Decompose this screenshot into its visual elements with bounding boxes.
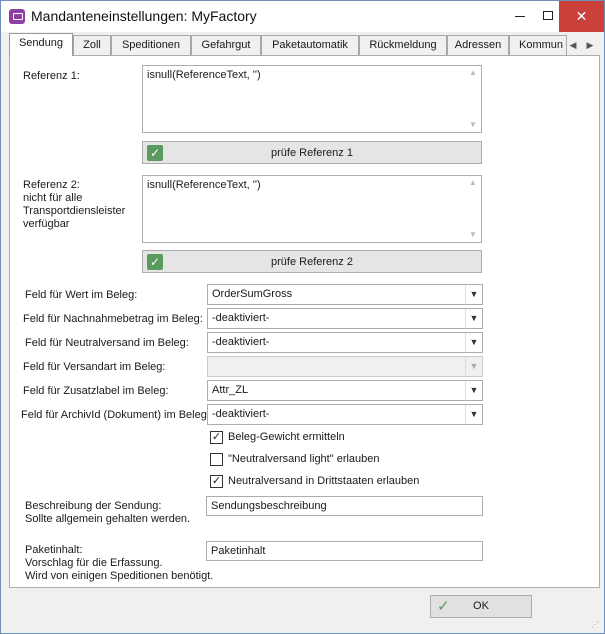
select-value: OrderSumGross bbox=[212, 288, 293, 300]
select-value: Attr_ZL bbox=[212, 384, 249, 396]
select-value: -deaktiviert- bbox=[212, 408, 270, 420]
field-label: Feld für Nachnahmebetrag im Beleg: bbox=[23, 313, 203, 325]
paketinhalt-label: Paketinhalt: Vorschlag für die Erfassung… bbox=[25, 544, 213, 583]
checkbox-box[interactable]: ✓ bbox=[210, 475, 223, 488]
paketinhalt-input[interactable]: Paketinhalt bbox=[206, 541, 483, 561]
app-icon bbox=[9, 9, 25, 24]
tab-kommunikation[interactable]: Kommun bbox=[509, 35, 567, 56]
checkbox-box[interactable] bbox=[210, 453, 223, 466]
referenz1-scrollbar[interactable]: ▲ ▼ bbox=[465, 66, 481, 132]
field-label: Feld für Versandart im Beleg: bbox=[23, 361, 166, 373]
chevron-down-icon: ▼ bbox=[465, 357, 482, 376]
checkbox-box[interactable]: ✓ bbox=[210, 431, 223, 444]
referenz1-textarea[interactable]: isnull(ReferenceText, '') ▲ ▼ bbox=[142, 65, 482, 133]
select-value: -deaktiviert- bbox=[212, 336, 270, 348]
nachnahme-select[interactable]: -deaktiviert- ▼ bbox=[207, 308, 483, 329]
maximize-icon bbox=[543, 11, 553, 20]
beschreibung-label-line1: Beschreibung der Sendung: bbox=[25, 500, 162, 512]
resize-grip-icon[interactable]: ⋰ bbox=[591, 620, 601, 630]
input-value: Sendungsbeschreibung bbox=[211, 500, 327, 512]
archivid-select[interactable]: -deaktiviert- ▼ bbox=[207, 404, 483, 425]
paketinhalt-label-line3: Wird von einigen Speditionen benötigt. bbox=[25, 570, 214, 582]
check-icon: ✓ bbox=[437, 598, 450, 615]
check-referenz2-label: prüfe Referenz 2 bbox=[271, 256, 353, 268]
field-label: Feld für Wert im Beleg: bbox=[25, 289, 138, 301]
check-referenz1-button[interactable]: prüfe Referenz 1 ✓ bbox=[142, 141, 482, 164]
referenz2-label-line1: Referenz 2: bbox=[23, 179, 80, 191]
tab-zoll[interactable]: Zoll bbox=[73, 35, 111, 56]
check-icon: ✓ bbox=[147, 254, 163, 270]
referenz2-label-line2: nicht für alle bbox=[23, 192, 83, 204]
paketinhalt-label-line2: Vorschlag für die Erfassung. bbox=[25, 557, 163, 569]
close-icon: ✕ bbox=[575, 8, 588, 24]
tab-bar: Sendung Zoll Speditionen Gefahrgut Paket… bbox=[9, 33, 600, 56]
scroll-down-icon[interactable]: ▼ bbox=[465, 228, 481, 242]
tab-scroll-right-icon[interactable]: ▶ bbox=[584, 37, 596, 53]
check-referenz1-label: prüfe Referenz 1 bbox=[271, 147, 353, 159]
ok-button[interactable]: OK ✓ bbox=[430, 595, 532, 618]
input-value: Paketinhalt bbox=[211, 545, 266, 557]
referenz2-scrollbar[interactable]: ▲ ▼ bbox=[465, 176, 481, 242]
checkbox-label: "Neutralversand light" erlauben bbox=[228, 453, 380, 465]
scroll-down-icon[interactable]: ▼ bbox=[465, 118, 481, 132]
tab-sendung[interactable]: Sendung bbox=[9, 33, 73, 56]
referenz1-label: Referenz 1: bbox=[23, 70, 80, 82]
referenz2-label: Referenz 2: nicht für alle Transportdien… bbox=[23, 179, 125, 231]
chevron-down-icon[interactable]: ▼ bbox=[465, 309, 482, 328]
chevron-down-icon[interactable]: ▼ bbox=[465, 285, 482, 304]
tab-scroll-left-icon[interactable]: ◀ bbox=[567, 37, 579, 53]
checkbox-label: Neutralversand in Drittstaaten erlauben bbox=[228, 475, 420, 487]
minimize-button[interactable] bbox=[504, 1, 534, 32]
zusatzlabel-select[interactable]: Attr_ZL ▼ bbox=[207, 380, 483, 401]
tab-rueckmeldung[interactable]: Rückmeldung bbox=[359, 35, 447, 56]
referenz2-label-line4: verfügbar bbox=[23, 218, 70, 230]
chevron-down-icon[interactable]: ▼ bbox=[465, 381, 482, 400]
tab-gefahrgut[interactable]: Gefahrgut bbox=[191, 35, 261, 56]
neutralversand-select[interactable]: -deaktiviert- ▼ bbox=[207, 332, 483, 353]
close-button[interactable]: ✕ bbox=[559, 1, 604, 32]
title-bar: Mandanteneinstellungen: MyFactory ✕ bbox=[1, 1, 604, 32]
scroll-up-icon[interactable]: ▲ bbox=[465, 66, 481, 80]
referenz2-label-line3: Transportdiensleister bbox=[23, 205, 126, 217]
referenz2-value: isnull(ReferenceText, '') bbox=[147, 179, 261, 191]
versandart-select: ▼ bbox=[207, 356, 483, 377]
tab-paketautomatik[interactable]: Paketautomatik bbox=[261, 35, 359, 56]
window-title: Mandanteneinstellungen: MyFactory bbox=[31, 8, 257, 24]
field-label: Feld für ArchivId (Dokument) im Beleg: bbox=[21, 409, 210, 421]
scroll-up-icon[interactable]: ▲ bbox=[465, 176, 481, 190]
field-label: Feld für Neutralversand im Beleg: bbox=[25, 337, 189, 349]
referenz1-value: isnull(ReferenceText, '') bbox=[147, 69, 261, 81]
select-value: -deaktiviert- bbox=[212, 312, 270, 324]
checkbox-label: Beleg-Gewicht ermitteln bbox=[228, 431, 345, 443]
check-referenz2-button[interactable]: prüfe Referenz 2 ✓ bbox=[142, 250, 482, 273]
wert-select[interactable]: OrderSumGross ▼ bbox=[207, 284, 483, 305]
check-icon: ✓ bbox=[147, 145, 163, 161]
tab-adressen[interactable]: Adressen bbox=[447, 35, 509, 56]
chevron-down-icon[interactable]: ▼ bbox=[465, 333, 482, 352]
chevron-down-icon[interactable]: ▼ bbox=[465, 405, 482, 424]
beschreibung-label-line2: Sollte allgemein gehalten werden. bbox=[25, 513, 191, 525]
beschreibung-input[interactable]: Sendungsbeschreibung bbox=[206, 496, 483, 516]
field-label: Feld für Zusatzlabel im Beleg: bbox=[23, 385, 169, 397]
tab-speditionen[interactable]: Speditionen bbox=[111, 35, 191, 56]
paketinhalt-label-line1: Paketinhalt: bbox=[25, 544, 83, 556]
settings-window: Mandanteneinstellungen: MyFactory ✕ Send… bbox=[0, 0, 605, 634]
beschreibung-label: Beschreibung der Sendung: Sollte allgeme… bbox=[25, 500, 190, 526]
minimize-icon bbox=[515, 16, 525, 17]
referenz2-textarea[interactable]: isnull(ReferenceText, '') ▲ ▼ bbox=[142, 175, 482, 243]
